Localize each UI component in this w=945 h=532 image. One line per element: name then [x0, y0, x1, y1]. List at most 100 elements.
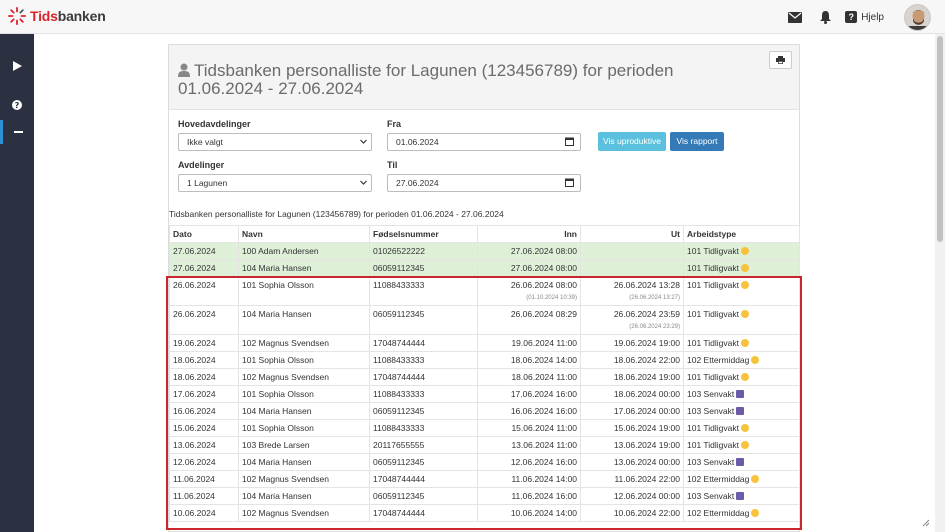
- cell-dato: 17.06.2024: [169, 385, 239, 403]
- table-row[interactable]: 26.06.2024 104 Maria Hansen 06059112345 26.…: [169, 305, 800, 335]
- cell-arbeidstype: 101 Tidligvakt: [683, 419, 800, 437]
- table-row[interactable]: 11.06.2024 104 Maria Hansen 06059112345 11.…: [169, 487, 800, 505]
- table-row[interactable]: 26.06.2024 101 Sophia Olsson 11088433333 26…: [169, 276, 800, 306]
- col-navn[interactable]: Navn: [238, 225, 370, 243]
- personnel-table: Dato Navn Fødselsnummer Inn Ut Arbeidsty…: [169, 225, 800, 522]
- col-inn[interactable]: Inn: [477, 225, 581, 243]
- sun-icon: [740, 373, 749, 381]
- table-header-row: Dato Navn Fødselsnummer Inn Ut Arbeidsty…: [169, 225, 800, 243]
- avatar[interactable]: [904, 3, 931, 31]
- avdelinger-select[interactable]: 1 Lagunen: [178, 174, 372, 192]
- cell-ut: 10.06.2024 22:00: [580, 504, 684, 522]
- sun-icon: [751, 356, 760, 364]
- til-date-input[interactable]: 27.06.2024: [387, 174, 581, 192]
- mail-icon[interactable]: [787, 9, 803, 25]
- fra-label: Fra: [387, 119, 402, 129]
- vertical-scrollbar[interactable]: [935, 34, 945, 532]
- cell-dato: 27.06.2024: [169, 242, 239, 260]
- cell-arbeidstype: 101 Tidligvakt: [683, 259, 800, 277]
- cell-fodselsnummer: 11088433333: [369, 385, 478, 403]
- help-link[interactable]: ? Hjelp: [845, 11, 884, 23]
- brand-logo[interactable]: Tidsbanken: [8, 7, 106, 25]
- cell-inn: 16.06.2024 16:00: [477, 402, 581, 420]
- sun-icon: [740, 441, 749, 449]
- cell-dato: 12.06.2024: [169, 453, 239, 471]
- sun-icon: [751, 509, 760, 517]
- cell-navn: 101 Sophia Olsson: [238, 276, 370, 306]
- sun-icon: [740, 310, 749, 318]
- sidebar-help-button[interactable]: ?: [0, 93, 34, 117]
- cell-inn: 26.06.2024 08:00 (01.10.2024 10:39): [477, 276, 581, 306]
- chevron-down-icon: [360, 180, 367, 185]
- moon-icon: [736, 458, 745, 466]
- cell-fodselsnummer: 06059112345: [369, 305, 478, 335]
- cell-ut: 13.06.2024 00:00: [580, 453, 684, 471]
- table-row[interactable]: 15.06.2024 101 Sophia Olsson 11088433333 15…: [169, 419, 800, 437]
- cell-inn: 27.06.2024 08:00: [477, 242, 581, 260]
- cell-arbeidstype: 102 Ettermiddag: [683, 504, 800, 522]
- cell-navn: 102 Magnus Svendsen: [238, 504, 370, 522]
- sun-icon: [740, 281, 749, 289]
- table-row[interactable]: 16.06.2024 104 Maria Hansen 06059112345 16.…: [169, 402, 800, 420]
- col-ut[interactable]: Ut: [580, 225, 684, 243]
- cell-arbeidstype: 101 Tidligvakt: [683, 368, 800, 386]
- vis-rapport-button[interactable]: Vis rapport: [670, 132, 724, 151]
- fra-date-input[interactable]: 01.06.2024: [387, 133, 581, 151]
- cell-fodselsnummer: 06059112345: [369, 453, 478, 471]
- cell-fodselsnummer: 06059112345: [369, 402, 478, 420]
- hovedavdelinger-select[interactable]: Ikke valgt: [178, 133, 372, 151]
- cell-ut: 15.06.2024 19:00: [580, 419, 684, 437]
- cell-inn: 26.06.2024 08:29: [477, 305, 581, 335]
- cell-navn: 103 Brede Larsen: [238, 436, 370, 454]
- cell-inn: 17.06.2024 16:00: [477, 385, 581, 403]
- cell-inn: 13.06.2024 11:00: [477, 436, 581, 454]
- cell-inn: 10.06.2024 14:00: [477, 504, 581, 522]
- table-row[interactable]: 19.06.2024 102 Magnus Svendsen 17048744444…: [169, 334, 800, 352]
- cell-arbeidstype: 103 Senvakt: [683, 402, 800, 420]
- cell-dato: 11.06.2024: [169, 487, 239, 505]
- table-row[interactable]: 17.06.2024 101 Sophia Olsson 11088433333 17…: [169, 385, 800, 403]
- top-bar: Tidsbanken ? Hjelp: [0, 0, 945, 34]
- cell-navn: 102 Magnus Svendsen: [238, 368, 370, 386]
- sidebar: ?: [0, 34, 34, 532]
- print-button[interactable]: [769, 51, 792, 69]
- cell-navn: 104 Maria Hansen: [238, 487, 370, 505]
- cell-inn: 27.06.2024 08:00: [477, 259, 581, 277]
- bell-icon[interactable]: [817, 9, 833, 25]
- cell-navn: 102 Magnus Svendsen: [238, 334, 370, 352]
- cell-dato: 18.06.2024: [169, 351, 239, 369]
- cell-navn: 100 Adam Andersen: [238, 242, 370, 260]
- cell-arbeidstype: 103 Senvakt: [683, 453, 800, 471]
- sidebar-expand-button[interactable]: [0, 54, 34, 78]
- table-row[interactable]: 27.06.2024 100 Adam Andersen 01026522222 27…: [169, 242, 800, 260]
- minus-icon: [14, 131, 23, 133]
- table-row[interactable]: 27.06.2024 104 Maria Hansen 06059112345 27.…: [169, 259, 800, 277]
- cell-fodselsnummer: 17048744444: [369, 368, 478, 386]
- sidebar-collapse-button[interactable]: [0, 120, 34, 144]
- table-row[interactable]: 12.06.2024 104 Maria Hansen 06059112345 12.…: [169, 453, 800, 471]
- table-row[interactable]: 11.06.2024 102 Magnus Svendsen 17048744444…: [169, 470, 800, 488]
- table-row[interactable]: 18.06.2024 101 Sophia Olsson 11088433333 18…: [169, 351, 800, 369]
- cell-fodselsnummer: 17048744444: [369, 334, 478, 352]
- cell-ut: 26.06.2024 13:28 (26.06.2024 13:27): [580, 276, 684, 306]
- panel-header: Tidsbanken personalliste for Lagunen (12…: [169, 45, 799, 110]
- col-dato[interactable]: Dato: [169, 225, 239, 243]
- cell-ut-original: (26.06.2024 13:27): [629, 295, 680, 301]
- vis-uproduktive-button[interactable]: Vis uproduktive: [598, 132, 666, 151]
- col-arbeidstype[interactable]: Arbeidstype: [683, 225, 800, 243]
- table-row[interactable]: 13.06.2024 103 Brede Larsen 20117655555 13.…: [169, 436, 800, 454]
- table-row[interactable]: 18.06.2024 102 Magnus Svendsen 17048744444…: [169, 368, 800, 386]
- cell-dato: 26.06.2024: [169, 276, 239, 306]
- cell-navn: 101 Sophia Olsson: [238, 385, 370, 403]
- table-row[interactable]: 10.06.2024 102 Magnus Svendsen 17048744444…: [169, 504, 800, 522]
- cell-ut: [580, 242, 684, 260]
- cell-arbeidstype: 102 Ettermiddag: [683, 351, 800, 369]
- cell-dato: 10.06.2024: [169, 504, 239, 522]
- resize-icon: [921, 518, 931, 528]
- col-fodselsnummer[interactable]: Fødselsnummer: [369, 225, 478, 243]
- cell-inn: 19.06.2024 11:00: [477, 334, 581, 352]
- cell-inn: 11.06.2024 14:00: [477, 470, 581, 488]
- cell-arbeidstype: 103 Senvakt: [683, 487, 800, 505]
- cell-dato: 18.06.2024: [169, 368, 239, 386]
- scrollbar-thumb[interactable]: [937, 36, 943, 242]
